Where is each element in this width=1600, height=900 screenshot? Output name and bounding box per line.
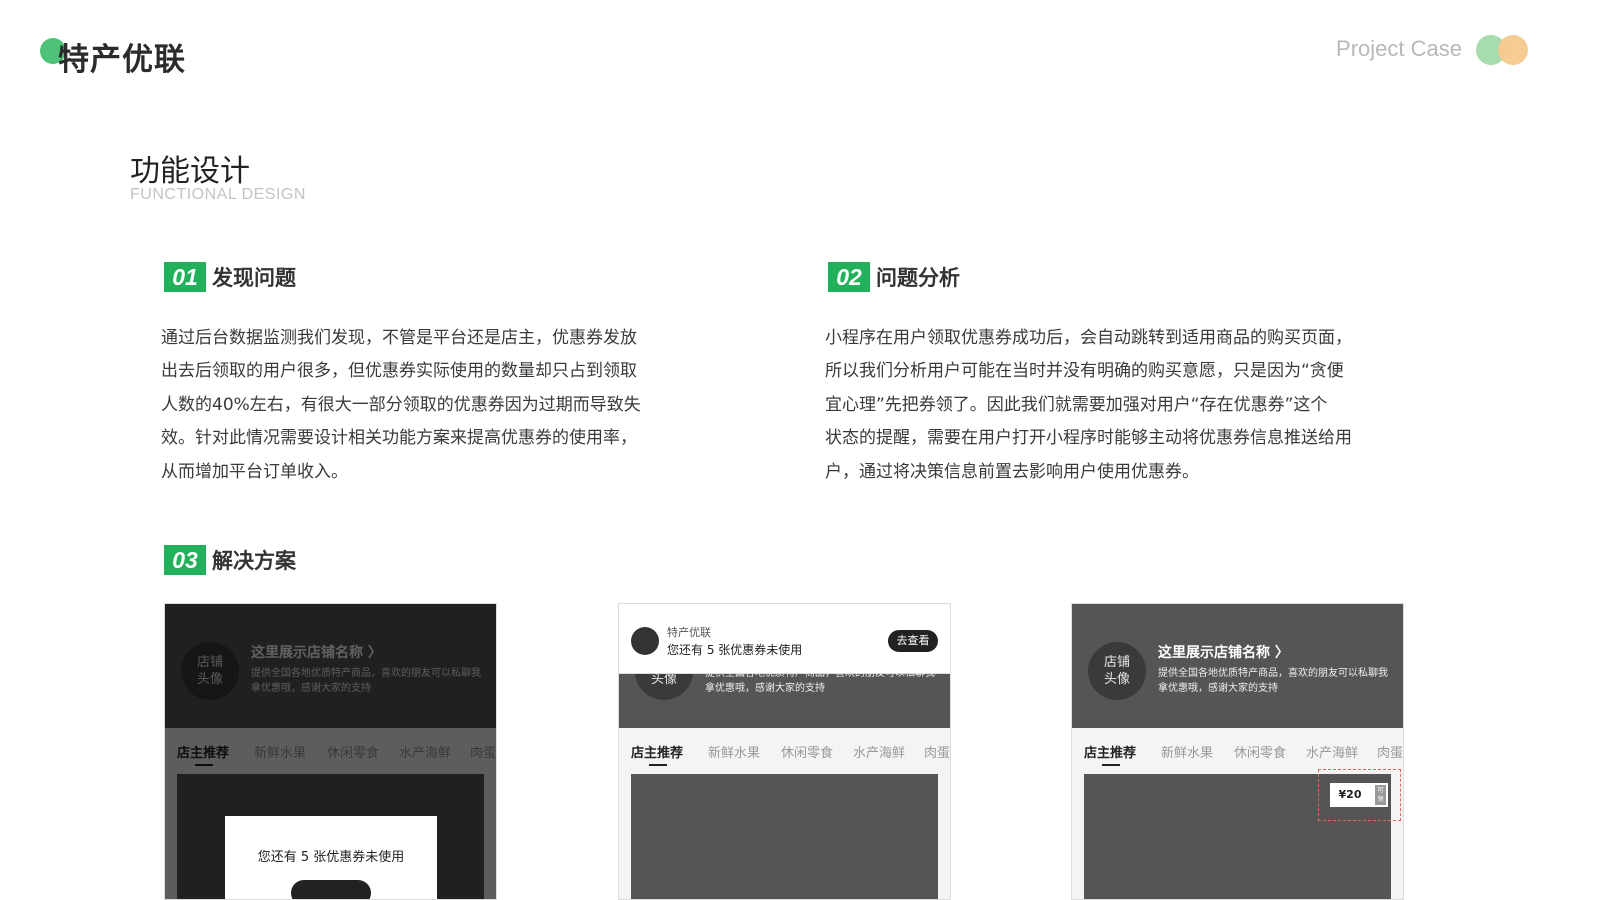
avatar-label: 店铺 [1103,655,1130,670]
coupon-value: ¥20 [1338,788,1362,801]
notification-avatar [631,627,659,655]
paragraph-line: 状态的提醒，需要在用户打开小程序时能够主动将优惠券信息推送给用 [825,428,1352,449]
section-title: 解决方案 [212,549,296,573]
section-01-heading: 01 发现问题 [164,261,296,293]
modal-message: 您还有 5 张优惠券未使用 [257,850,405,865]
shop-name: 这里展示店铺名称 〉 [1158,645,1289,661]
section-01-paragraph: 通过后台数据监测我们发现，不管是平台还是店主，优惠券发放 出去后领取的用户很多，… [161,322,701,489]
category-tabs: 店主推荐 新鲜水果 休闲零食 水产海鲜 肉蛋 [619,728,950,774]
shop-header: 店铺 头像 这里展示店铺名称 〉 提供全国各地优质特产商品，喜欢的朋友可以私聊我… [1072,604,1403,728]
tab-snacks[interactable]: 休闲零食 [1234,742,1286,761]
paragraph-line: 所以我们分析用户可能在当时并没有明确的购买意愿，只是因为“贪便 [825,361,1344,382]
tab-shop-recommend[interactable]: 店主推荐 [631,742,683,761]
active-tab-indicator [649,764,667,766]
brand-title: 特产优联 [58,42,186,78]
section-02-paragraph: 小程序在用户领取优惠券成功后，会自动跳转到适用商品的购买页面， 所以我们分析用户… [825,322,1425,489]
phone-mockup-notification: 店铺 头像 这里展示店铺名称 〉 提供全国各地优质特产商品，喜欢的朋友可以私聊我… [618,603,951,900]
phone-mockup-floating-coupon: 店铺 头像 这里展示店铺名称 〉 提供全国各地优质特产商品，喜欢的朋友可以私聊我… [1071,603,1404,900]
notification-app-name: 特产优联 [667,626,711,639]
section-number-badge: 01 [164,262,206,292]
tab-snacks[interactable]: 休闲零食 [781,742,833,761]
paragraph-line: 人数的40%左右，有很大一部分领取的优惠券因为过期而导致失 [161,394,641,415]
paragraph-line: 效。针对此情况需要设计相关功能方案来提高优惠券的使用率， [161,428,637,449]
page-subtitle: FUNCTIONAL DESIGN [130,186,306,203]
floating-coupon[interactable]: ¥20 可领 [1330,783,1388,807]
section-number-badge: 02 [828,262,870,292]
paragraph-line: 宜心理”先把券领了。因此我们就需要加强对用户“存在优惠券”这个 [825,394,1328,415]
tab-fresh-fruit[interactable]: 新鲜水果 [1161,742,1213,761]
coupon-claim-tag: 可领 [1375,785,1386,805]
tab-meat-eggs[interactable]: 肉蛋 [924,742,950,761]
section-02-heading: 02 问题分析 [828,261,960,293]
section-title: 问题分析 [876,266,960,290]
paragraph-line: 出去后领取的用户很多，但优惠券实际使用的数量却只占到领取 [161,361,637,382]
paragraph-line: 从而增加平台订单收入。 [161,461,348,482]
tab-fresh-fruit[interactable]: 新鲜水果 [708,742,760,761]
tab-seafood[interactable]: 水产海鲜 [853,742,905,761]
shop-description: 提供全国各地优质特产商品，喜欢的朋友可以私聊我拿优惠哦，感谢大家的支持 [1158,668,1388,694]
tab-seafood[interactable]: 水产海鲜 [1306,742,1358,761]
paragraph-line: 通过后台数据监测我们发现，不管是平台还是店主，优惠券发放 [161,328,637,348]
page-title: 功能设计 [130,154,250,189]
section-title: 发现问题 [212,266,296,290]
project-case-label: Project Case [1336,36,1462,61]
coupon-reminder-modal: 您还有 5 张优惠券未使用 [225,816,437,899]
orange-circle-icon [1498,35,1528,65]
coupon-notification-bar[interactable]: 特产优联 您还有 5 张优惠券未使用 去查看 [619,604,950,674]
view-coupons-button[interactable]: 去查看 [888,630,938,652]
category-tabs: 店主推荐 新鲜水果 休闲零食 水产海鲜 肉蛋 [1072,728,1403,774]
tab-shop-recommend[interactable]: 店主推荐 [1084,742,1136,761]
paragraph-line: 小程序在用户领取优惠券成功后，会自动跳转到适用商品的购买页面， [825,328,1352,348]
section-03-heading: 03 解决方案 [164,544,296,576]
content-placeholder [631,774,938,899]
notification-message: 您还有 5 张优惠券未使用 [667,643,803,657]
modal-action-button[interactable] [291,880,371,899]
avatar-label: 头像 [1103,672,1130,687]
section-number-badge: 03 [164,545,206,575]
phone-mockup-modal: 店铺 头像 这里展示店铺名称 〉 提供全国各地优质特产商品，喜欢的朋友可以私聊我… [164,603,497,900]
shop-avatar: 店铺 头像 [1088,642,1146,700]
active-tab-indicator [1102,764,1120,766]
paragraph-line: 户，通过将决策信息前置去影响用户使用优惠券。 [825,461,1199,482]
tab-meat-eggs[interactable]: 肉蛋 [1377,742,1403,761]
